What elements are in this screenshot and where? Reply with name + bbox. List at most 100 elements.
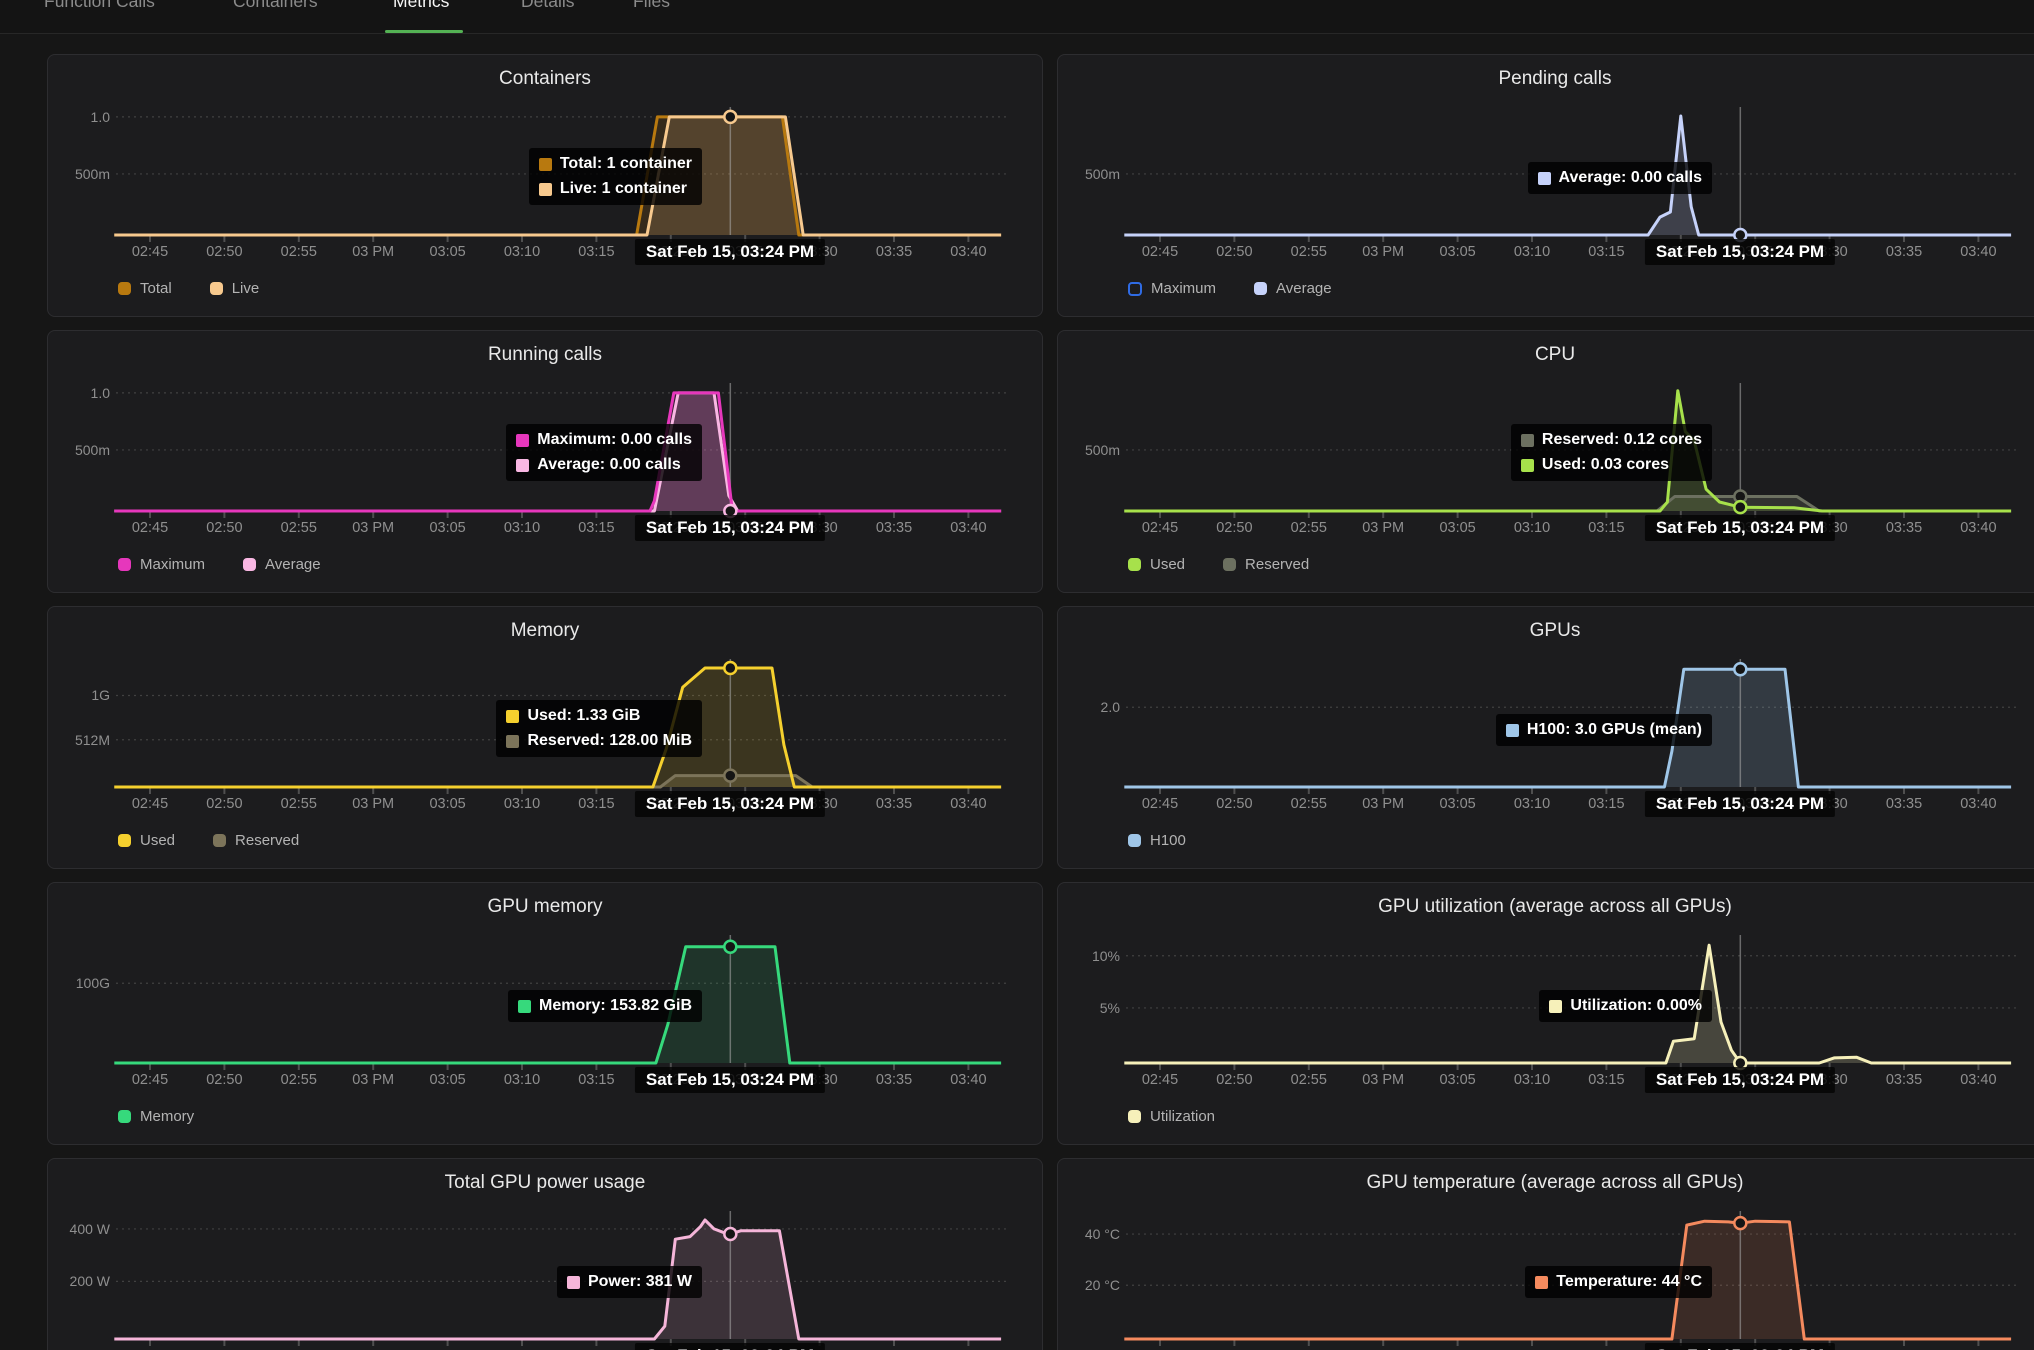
tooltip-row: Power: 381 W xyxy=(567,1273,692,1291)
tooltip-text: Reserved: 0.12 cores xyxy=(1542,431,1702,449)
x-axis-label: 03 PM xyxy=(352,520,394,536)
x-axis-label: 02:50 xyxy=(1216,1072,1252,1088)
x-axis-label: 03 PM xyxy=(1362,1072,1404,1088)
legend-label: Maximum xyxy=(1151,280,1216,297)
x-axis-label: 02:55 xyxy=(281,244,317,260)
x-axis-label: 03:40 xyxy=(1960,520,1996,536)
tooltip-text: Average: 0.00 calls xyxy=(1559,169,1703,187)
legend-swatch xyxy=(1254,282,1267,295)
x-axis-label: 02:55 xyxy=(281,796,317,812)
tooltip-series-swatch xyxy=(1506,724,1519,737)
chart-legend: Maximum Average xyxy=(118,556,321,573)
y-axis-label: 200 W xyxy=(50,1273,110,1289)
y-axis-label: 500m xyxy=(50,442,110,458)
x-axis-label: 03:05 xyxy=(429,244,465,260)
tooltip-date: Sat Feb 15, 03:24 PM xyxy=(1645,239,1835,265)
legend-item-h100[interactable]: H100 xyxy=(1128,832,1186,849)
tooltip-row: Live: 1 container xyxy=(539,180,692,198)
tooltip-text: Used: 0.03 cores xyxy=(1542,456,1669,474)
tab-details[interactable]: Details xyxy=(521,0,575,12)
legend-item-memory[interactable]: Memory xyxy=(118,1108,194,1125)
tooltip-text: Used: 1.33 GiB xyxy=(527,707,640,725)
chart-tooltip: Total: 1 containerLive: 1 container xyxy=(529,148,702,205)
chart-legend: Maximum Average xyxy=(1128,280,1332,297)
tooltip-text: Average: 0.00 calls xyxy=(537,456,681,474)
x-axis-label: 02:45 xyxy=(1142,244,1178,260)
tooltip-row: Used: 1.33 GiB xyxy=(506,707,692,725)
x-axis-label: 02:55 xyxy=(281,520,317,536)
x-axis-label: 02:55 xyxy=(281,1072,317,1088)
x-axis-label: 02:55 xyxy=(1291,520,1327,536)
chart-card-cpu: CPU500m02:4502:5002:5503 PM03:0503:1003:… xyxy=(1057,330,2034,593)
tab-files[interactable]: Files xyxy=(633,0,670,12)
legend-item-average[interactable]: Average xyxy=(1254,280,1332,297)
legend-swatch xyxy=(118,558,131,571)
chart-card-containers: Containers1.0500m02:4502:5002:5503 PM03:… xyxy=(47,54,1043,317)
tooltip-text: Memory: 153.82 GiB xyxy=(539,997,692,1015)
tooltip-row: Reserved: 128.00 MiB xyxy=(506,732,692,750)
legend-label: Utilization xyxy=(1150,1108,1215,1125)
x-axis-label: 03:35 xyxy=(1886,796,1922,812)
tab-metrics[interactable]: Metrics xyxy=(393,0,449,12)
legend-label: Reserved xyxy=(235,832,299,849)
chart-plot-area[interactable] xyxy=(1058,1159,2034,1350)
legend-swatch xyxy=(118,1110,131,1123)
x-axis-label: 02:50 xyxy=(1216,244,1252,260)
chart-card-gpu-utilization: GPU utilization (average across all GPUs… xyxy=(1057,882,2034,1145)
legend-label: H100 xyxy=(1150,832,1186,849)
chart-card-gpus: GPUs2.002:4502:5002:5503 PM03:0503:1003:… xyxy=(1057,606,2034,869)
legend-label: Total xyxy=(140,280,172,297)
tooltip-date: Sat Feb 15, 03:24 PM xyxy=(1645,1067,1835,1093)
chart-plot-area[interactable] xyxy=(48,1159,1042,1350)
hover-marker xyxy=(1734,501,1746,513)
tooltip-row: Average: 0.00 calls xyxy=(1538,169,1703,187)
legend-item-used[interactable]: Used xyxy=(1128,556,1185,573)
legend-item-maximum[interactable]: Maximum xyxy=(1128,280,1216,297)
legend-item-utilization[interactable]: Utilization xyxy=(1128,1108,1215,1125)
x-axis-label: 03:40 xyxy=(1960,1072,1996,1088)
tooltip-row: Temperature: 44 °C xyxy=(1535,1273,1702,1291)
y-axis-label: 500m xyxy=(1060,166,1120,182)
legend-label: Used xyxy=(140,832,175,849)
legend-item-maximum[interactable]: Maximum xyxy=(118,556,205,573)
legend-swatch xyxy=(243,558,256,571)
legend-swatch xyxy=(210,282,223,295)
tab-containers[interactable]: Containers xyxy=(233,0,318,12)
x-axis-label: 03:10 xyxy=(1514,796,1550,812)
tooltip-date: Sat Feb 15, 03:24 PM xyxy=(1645,1343,1835,1350)
tab-bar: Function Calls Containers Metrics Details Fi… xyxy=(0,0,2034,34)
x-axis-label: 03:10 xyxy=(1514,244,1550,260)
legend-item-reserved[interactable]: Reserved xyxy=(1223,556,1309,573)
legend-label: Reserved xyxy=(1245,556,1309,573)
tab-function-calls[interactable]: Function Calls xyxy=(44,0,155,12)
legend-item-average[interactable]: Average xyxy=(243,556,321,573)
x-axis-label: 03:35 xyxy=(1886,244,1922,260)
chart-tooltip: Power: 381 W xyxy=(557,1266,702,1298)
legend-item-total[interactable]: Total xyxy=(118,280,172,297)
chart-tooltip: Reserved: 0.12 cores Used: 0.03 cores xyxy=(1511,424,1712,481)
chart-legend: Utilization xyxy=(1128,1108,1215,1125)
chart-legend: H100 xyxy=(1128,832,1186,849)
tooltip-text: H100: 3.0 GPUs (mean) xyxy=(1527,721,1702,739)
chart-tooltip: Memory: 153.82 GiB xyxy=(508,990,702,1022)
tooltip-row: Reserved: 0.12 cores xyxy=(1521,431,1702,449)
x-axis-label: 03:35 xyxy=(1886,1072,1922,1088)
x-axis-label: 02:55 xyxy=(1291,1072,1327,1088)
x-axis-label: 03:40 xyxy=(1960,796,1996,812)
chart-tooltip: Utilization: 0.00% xyxy=(1539,990,1712,1022)
tooltip-series-swatch xyxy=(506,735,519,748)
legend-item-live[interactable]: Live xyxy=(210,280,260,297)
y-axis-label: 5% xyxy=(1060,1000,1120,1016)
legend-swatch xyxy=(1223,558,1236,571)
chart-card-gpu-power: Total GPU power usage400 W200 W02:4502:5… xyxy=(47,1158,1043,1350)
legend-item-reserved[interactable]: Reserved xyxy=(213,832,299,849)
tooltip-row: H100: 3.0 GPUs (mean) xyxy=(1506,721,1702,739)
x-axis-label: 03:10 xyxy=(504,520,540,536)
x-axis-label: 03:05 xyxy=(429,520,465,536)
tooltip-series-swatch xyxy=(1549,1000,1562,1013)
tooltip-series-swatch xyxy=(539,183,552,196)
x-axis-label: 03 PM xyxy=(1362,520,1404,536)
x-axis-label: 03:15 xyxy=(578,1072,614,1088)
legend-item-used[interactable]: Used xyxy=(118,832,175,849)
x-axis-label: 03:40 xyxy=(950,520,986,536)
